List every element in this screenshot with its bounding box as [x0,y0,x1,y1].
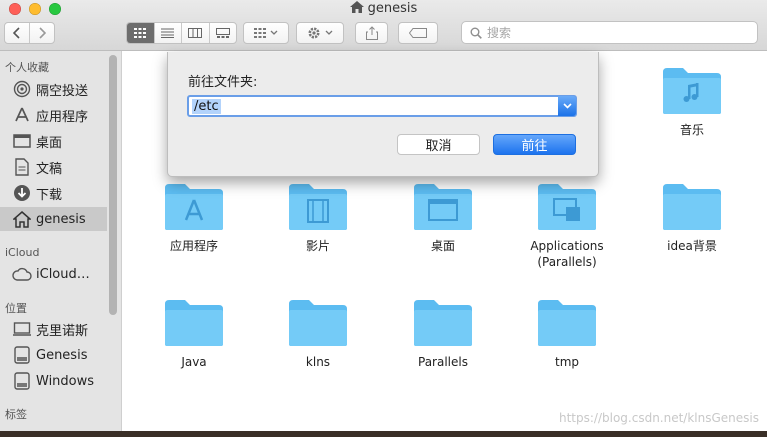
sidebar-item-airdrop[interactable]: 隔空投送 [0,77,107,101]
sidebar-item-downloads[interactable]: 下载 [0,181,107,205]
file-item-idea-bg[interactable]: idea背景 [637,182,747,254]
share-icon [365,26,378,40]
gallery-view-button[interactable] [210,23,237,43]
search-input[interactable]: 搜索 [461,21,758,44]
list-icon [161,28,175,38]
folder-icon [289,184,347,230]
sidebar-item-applications[interactable]: 应用程序 [0,103,107,127]
home-icon [349,1,364,13]
folder-icon [414,184,472,230]
folder-icon [663,184,721,230]
home-icon [12,209,32,229]
file-item-klns[interactable]: klns [263,298,373,370]
window-title: genesis [0,1,767,16]
group-button[interactable] [243,22,289,44]
columns-icon [188,28,203,38]
tag-button[interactable] [398,22,438,44]
grid-icon [134,28,147,38]
tag-icon [409,28,427,38]
icon-view-button[interactable] [127,23,155,43]
file-item-applications[interactable]: 应用程序 [139,182,249,254]
file-item-parallels[interactable]: Parallels [388,298,498,370]
file-name: 影片 [305,239,330,253]
file-name: 音乐 [679,123,704,137]
gallery-icon [215,28,230,38]
file-item-desktop[interactable]: 桌面 [388,182,498,254]
finder-window: genesis 搜索 个人收藏 隔空投送 应用程序 桌面 文稿 下载 genes… [0,0,767,437]
file-name: 应用程序 [169,239,218,253]
folder-path-value: /etc [192,98,221,114]
sidebar-item-genesis-disk[interactable]: Genesis [0,343,107,367]
folder-icon [165,184,223,230]
file-name: Applications (Parallels) [530,239,604,269]
group-grid-icon [254,28,278,38]
file-name: tmp [554,355,579,369]
search-icon [470,27,482,39]
computer-icon [12,319,32,339]
watermark: https://blog.csdn.net/klnsGenesis [558,411,759,425]
sidebar: 个人收藏 隔空投送 应用程序 桌面 文稿 下载 genesis iCloud i… [0,51,122,437]
go-to-folder-dialog: 前往文件夹: /etc 取消 前往 [167,52,599,177]
chevron-left-icon [13,27,20,39]
go-button[interactable]: 前往 [493,134,576,155]
desktop-icon [12,131,32,151]
folder-icon [663,68,721,114]
folder-icon [538,300,596,346]
folder-icon [165,300,223,346]
file-item-music[interactable]: 音乐 [637,66,747,138]
sidebar-header-favorites: 个人收藏 [5,61,49,74]
sidebar-item-documents[interactable]: 文稿 [0,155,107,179]
bottom-edge [0,431,767,437]
chevron-right-icon [39,27,46,39]
cancel-button[interactable]: 取消 [397,134,480,155]
dialog-label: 前往文件夹: [188,75,258,90]
navigation-buttons [4,22,55,44]
sidebar-item-icloud[interactable]: iCloud… [0,262,107,286]
back-button[interactable] [5,23,30,43]
forward-button[interactable] [30,23,54,43]
toolbar: genesis 搜索 [0,0,767,51]
file-item-applications-parallels[interactable]: Applications (Parallels) [512,182,622,270]
disk-icon [12,345,32,365]
file-item-tmp[interactable]: tmp [512,298,622,370]
sidebar-item-desktop[interactable]: 桌面 [0,129,107,153]
folder-icon [289,300,347,346]
file-name: Java [181,355,207,369]
path-history-dropdown[interactable] [558,96,576,116]
sidebar-header-locations: 位置 [5,302,27,315]
action-button[interactable] [296,22,344,44]
applications-icon [12,105,32,125]
gear-icon [308,27,333,39]
downloads-icon [12,183,32,203]
sidebar-item-genesis[interactable]: genesis [0,207,107,231]
disk-icon [12,371,32,391]
view-mode-buttons [126,22,237,44]
documents-icon [12,157,32,177]
file-name: Parallels [418,355,468,369]
file-name: 桌面 [430,239,455,253]
file-item-java[interactable]: Java [139,298,249,370]
sidebar-header-tags: 标签 [5,408,27,421]
folder-icon [414,300,472,346]
sidebar-scrollbar[interactable] [109,55,117,315]
list-view-button[interactable] [155,23,182,43]
file-name: klns [305,355,331,369]
sidebar-item-windows-disk[interactable]: Windows [0,369,107,393]
sidebar-item-computer[interactable]: 克里诺斯 [0,317,107,341]
file-name: idea背景 [667,239,717,253]
cloud-icon [12,264,32,284]
airdrop-icon [12,79,32,99]
search-placeholder: 搜索 [487,26,512,40]
folder-icon [538,184,596,230]
file-item-movies[interactable]: 影片 [263,182,373,254]
chevron-down-icon [562,103,572,109]
share-button[interactable] [355,22,388,44]
sidebar-header-icloud: iCloud [5,246,40,259]
folder-path-input[interactable]: /etc [187,95,577,117]
column-view-button[interactable] [182,23,210,43]
